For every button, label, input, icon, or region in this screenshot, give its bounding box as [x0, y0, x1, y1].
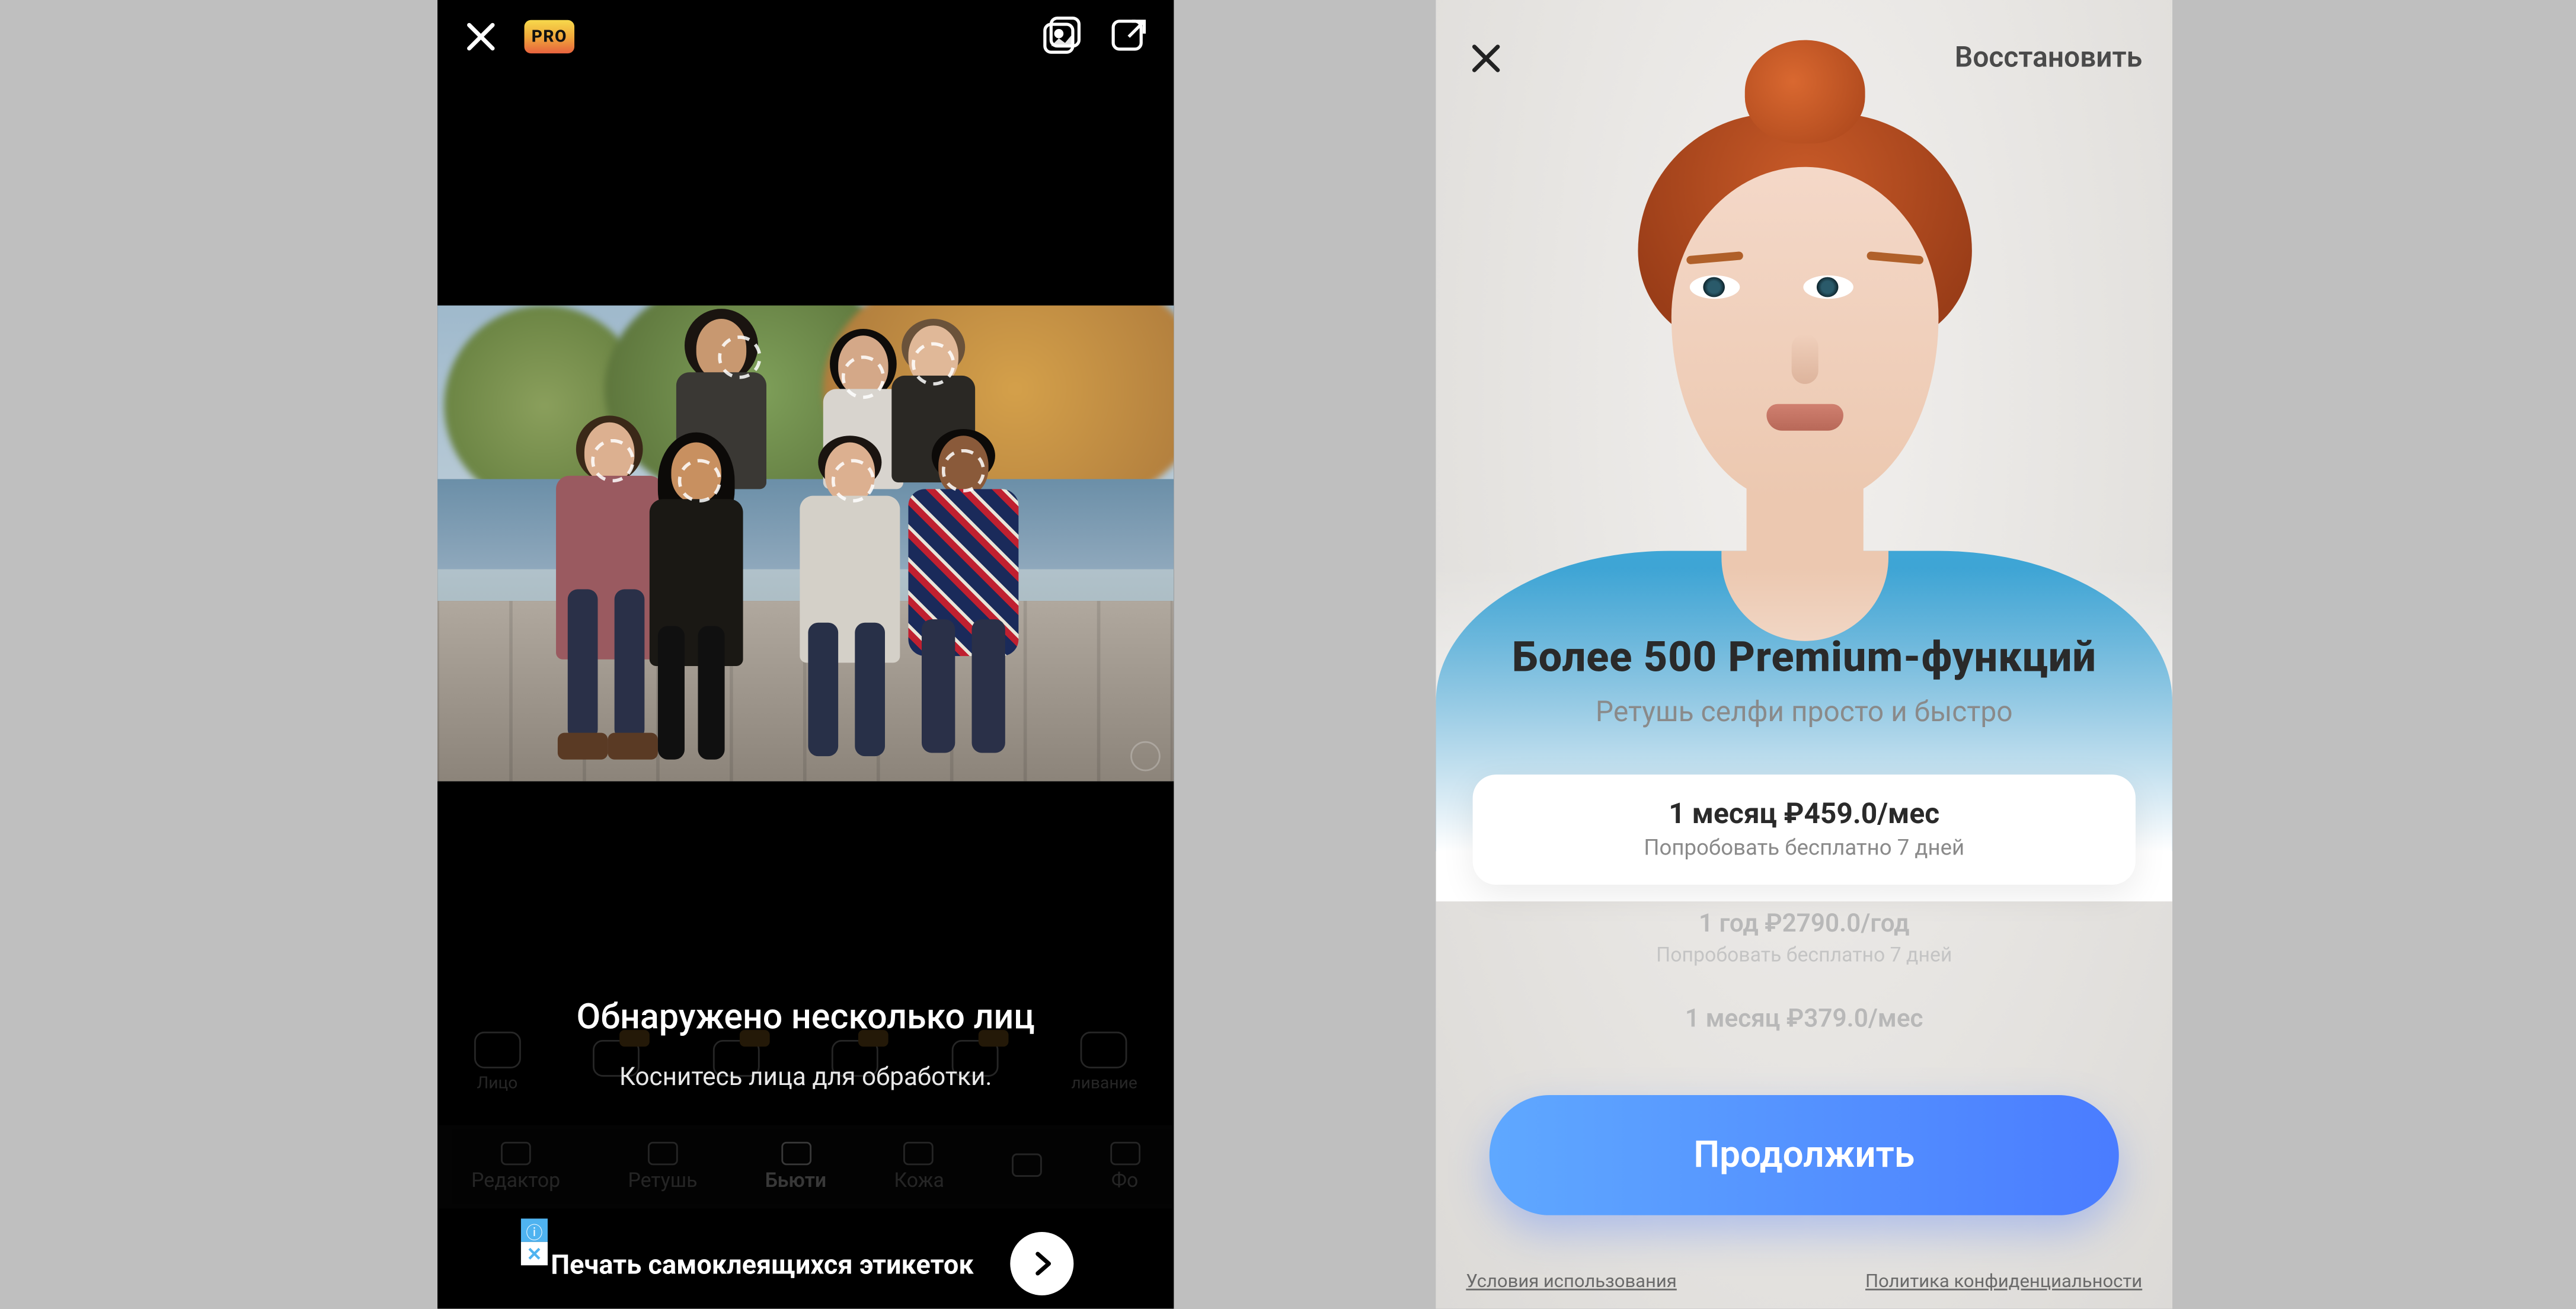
headline-block: Более 500 Premium-функций Ретушь селфи п… [1436, 634, 2172, 729]
ad-arrow-button[interactable] [1010, 1232, 1073, 1295]
watermark-icon [1130, 741, 1161, 772]
plan-option-1year[interactable]: 1 год ₽2790.0/год Попробовать бесплатно … [1473, 895, 2136, 980]
tab-beauty[interactable]: Бьюти [765, 1142, 826, 1192]
overlay-title: Обнаружено несколько лиц [437, 998, 1174, 1039]
tab-skin[interactable]: Кожа [894, 1142, 944, 1192]
ad-close-info[interactable]: ⓘ ✕ [521, 1218, 548, 1265]
close-icon[interactable] [1466, 39, 1506, 79]
paywall-screen: Восстановить Более 500 Premium-функций Р… [1436, 0, 2172, 1309]
plan-option-1month-alt[interactable]: 1 месяц ₽379.0/мес [1473, 990, 2136, 1046]
tab-item[interactable] [1012, 1154, 1042, 1180]
face-detect-overlay: Обнаружено несколько лиц Коснитесь лица … [437, 998, 1174, 1092]
plan-subtitle: Попробовать бесплатно 7 дней [1490, 943, 2119, 966]
legal-links: Условия использования Политика конфиденц… [1466, 1270, 2142, 1292]
plan-title: 1 месяц ₽379.0/мес [1490, 1003, 2119, 1033]
tab-retouch[interactable]: Ретушь [628, 1142, 697, 1192]
pro-badge[interactable]: PRO [525, 20, 575, 53]
paywall-top-bar: Восстановить [1436, 0, 2172, 117]
share-icon[interactable] [1107, 15, 1150, 58]
editor-top-bar: PRO [437, 0, 1174, 73]
face-marker[interactable] [912, 342, 955, 385]
plan-title: 1 год ₽2790.0/год [1490, 908, 2119, 938]
ad-text: Печать самоклеящихся этикеток [531, 1248, 993, 1280]
face-marker[interactable] [678, 459, 721, 503]
face-marker[interactable] [591, 439, 634, 482]
headline-subtitle: Ретушь селфи просто и быстро [1436, 696, 2172, 729]
tab-item[interactable]: Фо [1110, 1142, 1140, 1192]
bottom-tabs: Редактор Ретушь Бьюти Кожа Фо [437, 1125, 1174, 1209]
overlay-subtitle: Коснитесь лица для обработки. [437, 1062, 1174, 1092]
tab-editor[interactable]: Редактор [471, 1142, 560, 1192]
ad-close-icon[interactable]: ✕ [521, 1242, 548, 1265]
headline-title: Более 500 Premium-функций [1436, 634, 2172, 683]
face-marker[interactable] [832, 459, 875, 503]
plan-list: 1 месяц ₽459.0/мес Попробовать бесплатно… [1473, 774, 2136, 1057]
face-marker[interactable] [942, 449, 985, 492]
plan-title: 1 месяц ₽459.0/мес [1490, 798, 2119, 831]
face-marker[interactable] [718, 335, 761, 379]
close-icon[interactable] [461, 17, 501, 57]
privacy-link[interactable]: Политика конфиденциальности [1865, 1270, 2142, 1292]
photo-canvas[interactable] [437, 306, 1174, 782]
terms-link[interactable]: Условия использования [1466, 1270, 1677, 1292]
plan-option-1month[interactable]: 1 месяц ₽459.0/мес Попробовать бесплатно… [1473, 774, 2136, 885]
restore-link[interactable]: Восстановить [1955, 41, 2142, 75]
plan-subtitle: Попробовать бесплатно 7 дней [1490, 836, 2119, 861]
editor-screen: PRO [437, 0, 1174, 1309]
continue-button[interactable]: Продолжить [1490, 1095, 2119, 1215]
face-marker[interactable] [842, 356, 885, 399]
ad-banner[interactable]: ⓘ ✕ Печать самоклеящихся этикеток [521, 1218, 1091, 1308]
gallery-icon[interactable] [1040, 15, 1084, 58]
ad-info-icon[interactable]: ⓘ [521, 1218, 548, 1241]
